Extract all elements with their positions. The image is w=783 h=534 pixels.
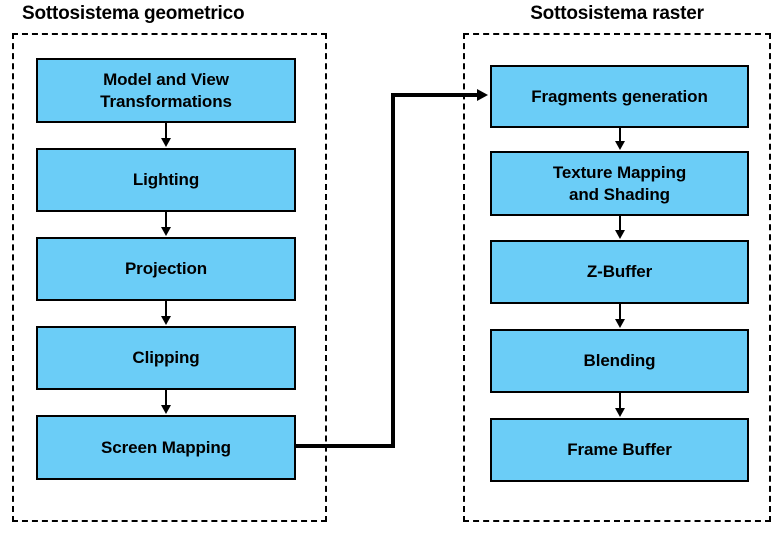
cross-link-segment-vertical [391,93,395,448]
stage-label: Clipping [132,348,200,368]
stage-label: Screen Mapping [101,437,231,457]
connector-line-clipping [165,301,167,317]
connector-arrow-lighting [161,138,171,147]
pipeline-diagram: Sottosistema geometrico Sottosistema ras… [0,0,783,534]
connector-arrow-frame-buffer [615,408,625,417]
connector-arrow-clipping [161,316,171,325]
stage-label: Frame Buffer [567,440,672,460]
stage-label: Z-Buffer [586,262,653,282]
connector-line-frame-buffer [619,393,621,409]
stage-z-buffer[interactable]: Z-Buffer [490,240,749,304]
connector-arrow-projection [161,227,171,236]
connector-line-screen-mapping [165,390,167,406]
stage-clipping[interactable]: Clipping [36,326,296,390]
stage-label-line2: Transformations [100,91,232,111]
cross-link-arrow-head [477,89,488,101]
stage-label-line2: and Shading [569,184,670,204]
cross-link-segment-horizontal-top [391,93,478,97]
stage-label-line1: Model and View [103,70,229,90]
stage-frame-buffer[interactable]: Frame Buffer [490,418,749,482]
subsystem-title-geometric: Sottosistema geometrico [22,3,245,24]
stage-projection[interactable]: Projection [36,237,296,301]
stage-model-and-view-transformations[interactable]: Model and View Transformations [36,58,296,123]
connector-arrow-screen-mapping [161,405,171,414]
stage-fragments-generation[interactable]: Fragments generation [490,65,749,128]
connector-line-z-buffer [619,216,621,231]
connector-line-blending [619,304,621,320]
connector-line-lighting [165,123,167,139]
stage-label: Fragments generation [531,86,708,106]
connector-arrow-texture-mapping [615,141,625,150]
stage-label: Lighting [132,170,200,190]
stage-label: Blending [583,351,656,371]
cross-link-segment-horizontal-bottom [294,444,395,448]
stage-lighting[interactable]: Lighting [36,148,296,212]
stage-texture-mapping-and-shading[interactable]: Texture Mapping and Shading [490,151,749,216]
connector-line-projection [165,212,167,228]
stage-label: Projection [124,259,208,279]
connector-arrow-z-buffer [615,230,625,239]
connector-arrow-blending [615,319,625,328]
connector-line-texture-mapping [619,128,621,142]
stage-blending[interactable]: Blending [490,329,749,393]
stage-label-line1: Texture Mapping [552,163,687,183]
stage-screen-mapping[interactable]: Screen Mapping [36,415,296,480]
subsystem-title-raster: Sottosistema raster [530,3,704,24]
